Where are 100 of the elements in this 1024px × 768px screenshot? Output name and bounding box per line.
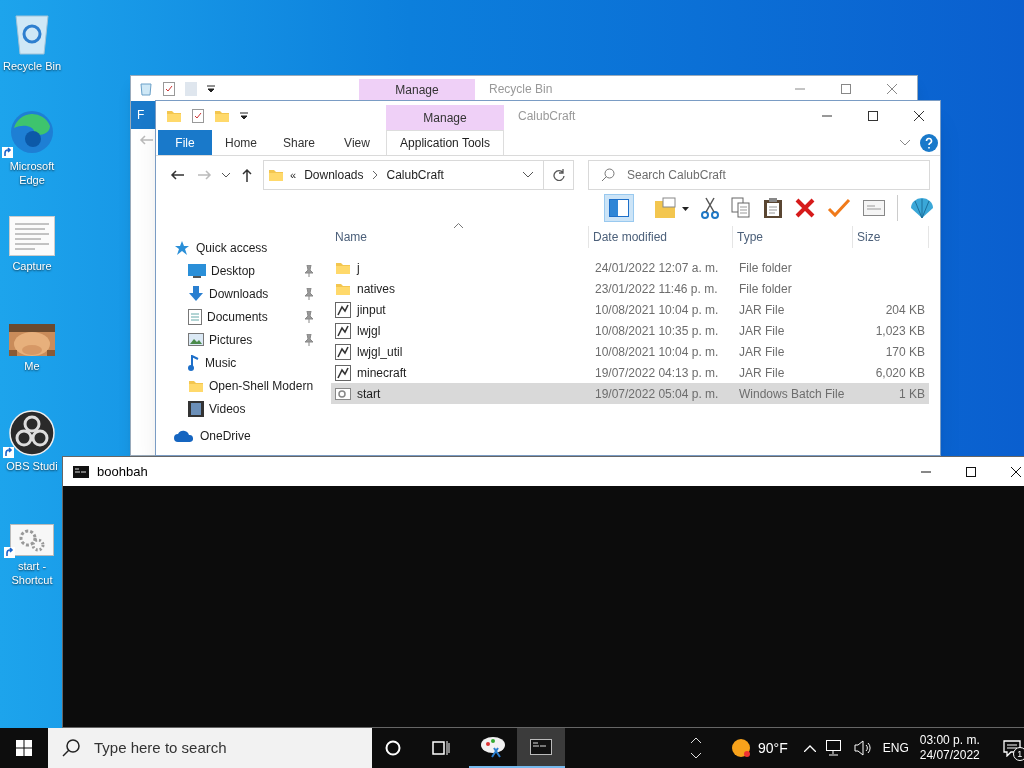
chevron-down-icon[interactable]: [222, 172, 230, 178]
up-arrow-icon[interactable]: [242, 168, 252, 182]
file-name: lwjgl: [357, 322, 381, 340]
nav-item[interactable]: Pictures: [156, 328, 328, 351]
context-tab[interactable]: Manage: [386, 105, 504, 131]
close-icon[interactable]: [914, 111, 924, 121]
search-icon: [601, 168, 615, 182]
ribbon-tab[interactable]: Application Tools: [386, 130, 504, 155]
file-name: minecraft: [357, 364, 407, 382]
column-header[interactable]: Name: [331, 226, 589, 248]
help-icon[interactable]: [920, 134, 938, 152]
ribbon-tab[interactable]: File: [158, 130, 212, 155]
cloud-icon: [174, 429, 194, 442]
file-row[interactable]: minecraft 19/07/2022 04:13 p. m. JAR File 6,020 KB: [331, 362, 929, 383]
address-bar[interactable]: « Downloads CalubCraft: [263, 160, 574, 190]
size-cell-text: 170 KB: [885, 343, 925, 361]
pin-icon[interactable]: [304, 310, 314, 323]
chevron-down-icon[interactable]: [523, 172, 533, 178]
volume-icon[interactable]: [853, 740, 872, 756]
checkmark-icon[interactable]: [827, 198, 851, 218]
column-header[interactable]: Date modified: [589, 226, 733, 248]
properties-icon[interactable]: [192, 109, 204, 123]
file-name: jinput: [357, 301, 386, 319]
back-arrow-icon[interactable]: [170, 170, 184, 180]
shortcut-arrow-icon: [3, 447, 14, 458]
delete-icon[interactable]: [795, 198, 815, 218]
properties-icon[interactable]: [863, 200, 885, 216]
nav-item[interactable]: OneDrive: [156, 424, 328, 447]
column-header[interactable]: Size: [853, 226, 929, 248]
chevron-down-icon[interactable]: [900, 140, 910, 146]
file-row[interactable]: jinput 10/08/2021 10:04 p. m. JAR File 204 KB: [331, 299, 929, 320]
taskbar-app[interactable]: [517, 728, 565, 768]
file-name: lwjgl_util: [357, 343, 403, 361]
date-cell: 19/07/2022 05:04 p. m.: [595, 386, 719, 401]
dropdown-icon[interactable]: [207, 84, 215, 93]
clock[interactable]: 03:00 p. m. 24/07/2022: [918, 733, 981, 763]
download-arrow-icon: [188, 285, 204, 302]
window-title: boohbah: [97, 462, 148, 481]
nav-item[interactable]: Downloads: [156, 282, 328, 305]
nav-item[interactable]: Desktop: [156, 259, 328, 282]
breadcrumb[interactable]: CalubCraft: [386, 166, 444, 184]
nav-item[interactable]: Documents: [156, 305, 328, 328]
nav-item[interactable]: Videos: [156, 397, 328, 420]
pin-icon[interactable]: [304, 287, 314, 300]
folder-icon: [335, 260, 351, 275]
nav-item[interactable]: Open-Shell Modern: [156, 374, 328, 397]
windows-logo-icon[interactable]: [16, 740, 32, 756]
maximize-icon[interactable]: [868, 111, 878, 121]
jar-file-icon: [335, 322, 351, 339]
file-row[interactable]: lwjgl 10/08/2021 10:35 p. m. JAR File 1,023 KB: [331, 320, 929, 341]
cut-icon[interactable]: [701, 197, 719, 219]
date-cell: 24/01/2022 12:07 a. m.: [595, 260, 719, 275]
file-row[interactable]: lwjgl_util 10/08/2021 10:04 p. m. JAR File 170 KB: [331, 341, 929, 362]
scroll-up-icon[interactable]: [691, 737, 701, 743]
copy-icon[interactable]: [731, 197, 751, 219]
language-indicator[interactable]: ENG: [882, 739, 909, 757]
recycle-bin-icon: [139, 81, 153, 96]
pin-icon[interactable]: [304, 264, 314, 277]
preview-pane-icon[interactable]: [609, 199, 629, 217]
overflow-chevron[interactable]: «: [290, 166, 297, 184]
type-cell: JAR File: [739, 302, 785, 317]
scroll-down-icon[interactable]: [691, 753, 701, 759]
nav-item[interactable]: Music: [156, 351, 328, 374]
dropdown-icon[interactable]: [682, 207, 689, 211]
context-tab[interactable]: Manage: [359, 79, 475, 101]
ribbon-tab[interactable]: Share: [270, 130, 328, 155]
file-row[interactable]: start 19/07/2022 05:04 p. m. Windows Batch File 1 KB: [331, 383, 929, 404]
shell-icon[interactable]: [910, 197, 934, 219]
sort-caret-icon[interactable]: [454, 223, 463, 228]
gears-icon: [10, 524, 54, 556]
date-cell: 10/08/2021 10:04 p. m.: [595, 344, 719, 359]
dropdown-icon[interactable]: [240, 112, 248, 120]
recycle-bin-icon: [12, 12, 52, 56]
folder-icon: [188, 378, 204, 393]
sun-icon: [731, 738, 751, 758]
chevron-up-icon[interactable]: [803, 744, 816, 752]
folder-icon: [268, 168, 284, 182]
notification-icon[interactable]: [1002, 739, 1021, 757]
file-row[interactable]: natives 23/01/2022 11:46 p. m. File folder: [331, 278, 929, 299]
pin-icon[interactable]: [304, 333, 314, 346]
file-row[interactable]: j 24/01/2022 12:07 a. m. File folder: [331, 257, 929, 278]
type-cell: File folder: [739, 260, 792, 275]
paint-palette-icon: [480, 736, 506, 758]
ribbon-tab[interactable]: View: [328, 130, 386, 155]
taskbar-search-field[interactable]: Type here to search: [48, 728, 372, 768]
search-field[interactable]: Search CalubCraft: [588, 160, 930, 190]
maximize-icon[interactable]: [966, 466, 976, 477]
close-icon[interactable]: [1011, 466, 1021, 477]
paste-icon[interactable]: [763, 197, 783, 219]
refresh-icon[interactable]: [552, 169, 565, 181]
breadcrumb[interactable]: Downloads: [304, 166, 364, 184]
column-header[interactable]: Type: [733, 226, 853, 248]
network-icon[interactable]: [825, 740, 844, 756]
ribbon-tab[interactable]: Home: [212, 130, 270, 155]
nav-item[interactable]: Quick access: [156, 236, 328, 259]
task-view-icon[interactable]: [432, 740, 450, 756]
file-name: natives: [357, 280, 396, 298]
cortana-circle-icon[interactable]: [385, 740, 401, 756]
document-icon: [188, 308, 202, 325]
weather-reading[interactable]: 90°F: [758, 737, 788, 759]
